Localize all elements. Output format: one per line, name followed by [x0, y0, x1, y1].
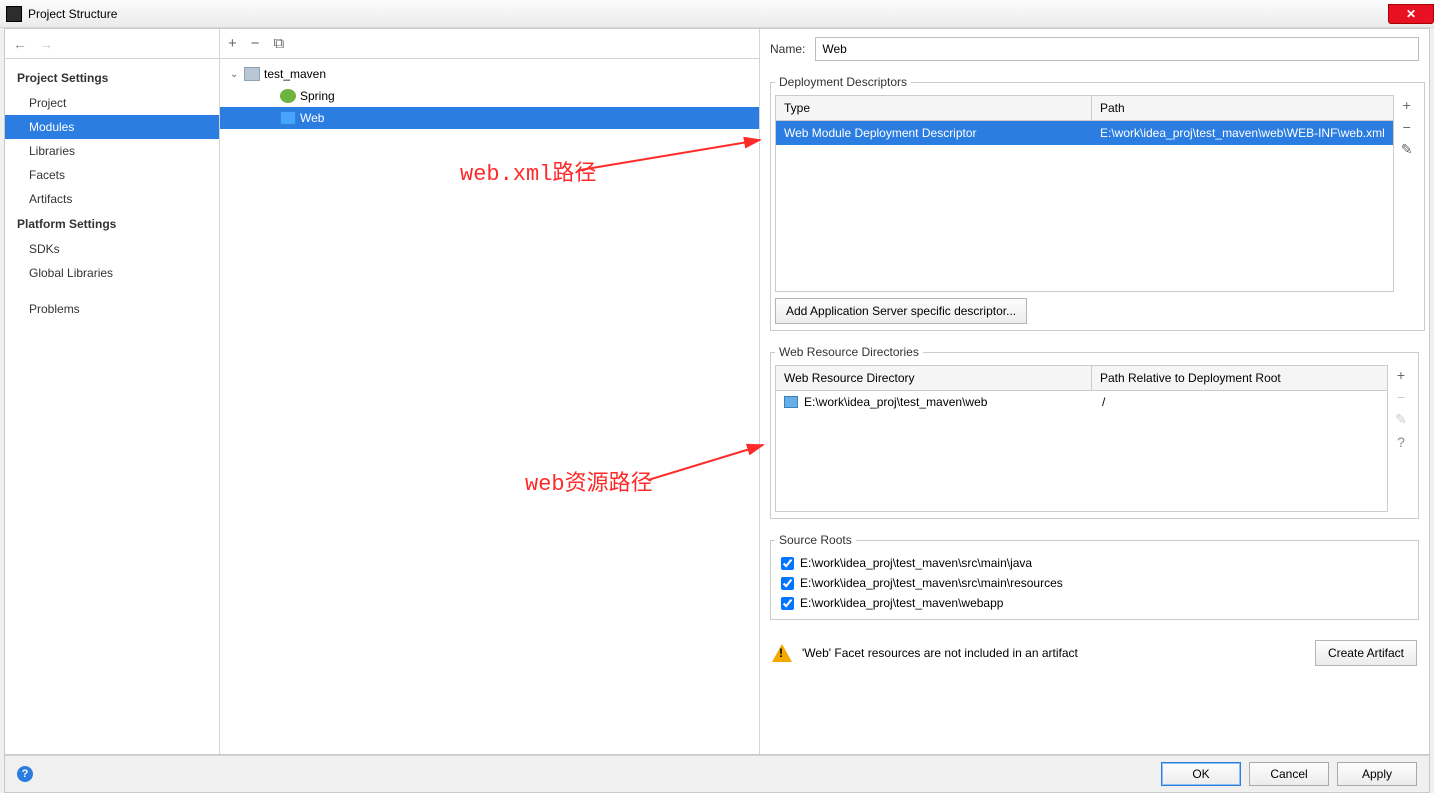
- nav-artifacts[interactable]: Artifacts: [5, 187, 219, 211]
- src-check-0[interactable]: [781, 557, 794, 570]
- src-label-1: E:\work\idea_proj\test_maven\src\main\re…: [800, 576, 1063, 590]
- nav-facets[interactable]: Facets: [5, 163, 219, 187]
- back-arrow-icon[interactable]: ←: [13, 36, 27, 52]
- folder-icon: [244, 67, 260, 81]
- nav-sdks[interactable]: SDKs: [5, 237, 219, 261]
- folder-icon: [784, 396, 798, 408]
- add-descriptor-button[interactable]: Add Application Server specific descript…: [775, 298, 1027, 324]
- src-check-1[interactable]: [781, 577, 794, 590]
- wrd-col-dir: Web Resource Directory: [776, 366, 1092, 390]
- dd-edit-icon[interactable]: ✎: [1401, 141, 1413, 158]
- deployment-descriptors-group: Deployment Descriptors Type Path Web Mod…: [770, 75, 1425, 331]
- cancel-button[interactable]: Cancel: [1249, 762, 1329, 786]
- details-panel: Name: Deployment Descriptors Type Path W…: [760, 29, 1429, 754]
- src-item-0[interactable]: E:\work\idea_proj\test_maven\src\main\ja…: [775, 553, 1414, 573]
- section-platform-settings: Platform Settings: [5, 211, 219, 237]
- apply-button[interactable]: Apply: [1337, 762, 1417, 786]
- app-icon: [6, 6, 22, 22]
- help-icon[interactable]: ?: [17, 766, 33, 782]
- wrd-table: Web Resource Directory Path Relative to …: [775, 365, 1388, 512]
- nav-project[interactable]: Project: [5, 91, 219, 115]
- wrd-col-rel: Path Relative to Deployment Root: [1092, 366, 1387, 390]
- dd-col-type: Type: [776, 96, 1092, 120]
- left-sidebar: ← → Project Settings Project Modules Lib…: [5, 29, 220, 754]
- close-button[interactable]: ✕: [1388, 4, 1434, 24]
- dd-table: Type Path Web Module Deployment Descript…: [775, 95, 1394, 292]
- dd-col-path: Path: [1092, 96, 1393, 120]
- src-item-2[interactable]: E:\work\idea_proj\test_maven\webapp: [775, 593, 1414, 613]
- tree-web-row[interactable]: Web: [220, 107, 759, 129]
- tree-web-label: Web: [300, 111, 324, 125]
- copy-icon[interactable]: ⧉: [274, 35, 285, 52]
- module-tree-panel: + − ⧉ ⌄ test_maven Spring Web: [220, 29, 760, 754]
- window-title: Project Structure: [28, 7, 117, 21]
- nav-global-libraries[interactable]: Global Libraries: [5, 261, 219, 285]
- src-item-1[interactable]: E:\work\idea_proj\test_maven\src\main\re…: [775, 573, 1414, 593]
- dd-add-icon[interactable]: +: [1403, 97, 1411, 113]
- dd-legend: Deployment Descriptors: [775, 75, 911, 89]
- wrd-row[interactable]: E:\work\idea_proj\test_maven\web /: [776, 391, 1387, 413]
- src-label-2: E:\work\idea_proj\test_maven\webapp: [800, 596, 1003, 610]
- chevron-down-icon[interactable]: ⌄: [230, 69, 240, 80]
- nav-libraries[interactable]: Libraries: [5, 139, 219, 163]
- bottom-bar: ? OK Cancel Apply: [4, 755, 1430, 793]
- warning-text: 'Web' Facet resources are not included i…: [802, 646, 1078, 660]
- src-label-0: E:\work\idea_proj\test_maven\src\main\ja…: [800, 556, 1032, 570]
- wrd-remove-icon[interactable]: −: [1397, 389, 1405, 405]
- web-icon: [280, 111, 296, 125]
- add-icon[interactable]: +: [228, 35, 237, 52]
- name-label: Name:: [770, 42, 805, 56]
- src-check-2[interactable]: [781, 597, 794, 610]
- wrd-help-icon[interactable]: ?: [1397, 434, 1405, 450]
- sidebar-nav: ← →: [5, 29, 219, 59]
- tree-spring-label: Spring: [300, 89, 335, 103]
- warning-row: 'Web' Facet resources are not included i…: [770, 634, 1419, 672]
- tree-toolbar: + − ⧉: [220, 29, 759, 59]
- dd-row-type: Web Module Deployment Descriptor: [776, 121, 1092, 145]
- dd-row[interactable]: Web Module Deployment Descriptor E:\work…: [776, 121, 1393, 145]
- forward-arrow-icon[interactable]: →: [39, 36, 53, 52]
- dd-remove-icon[interactable]: −: [1403, 119, 1411, 135]
- src-legend: Source Roots: [775, 533, 856, 547]
- nav-modules[interactable]: Modules: [5, 115, 219, 139]
- section-project-settings: Project Settings: [5, 65, 219, 91]
- remove-icon[interactable]: −: [251, 35, 260, 52]
- source-roots-group: Source Roots E:\work\idea_proj\test_mave…: [770, 533, 1419, 620]
- title-bar: Project Structure ✕: [0, 0, 1434, 28]
- wrd-legend: Web Resource Directories: [775, 345, 923, 359]
- spring-icon: [280, 89, 296, 103]
- web-resource-dirs-group: Web Resource Directories Web Resource Di…: [770, 345, 1419, 519]
- name-input[interactable]: [815, 37, 1419, 61]
- wrd-row-rel: /: [1102, 395, 1379, 409]
- create-artifact-button[interactable]: Create Artifact: [1315, 640, 1417, 666]
- tree-root-label: test_maven: [264, 67, 326, 81]
- dd-row-path: E:\work\idea_proj\test_maven\web\WEB-INF…: [1092, 121, 1393, 145]
- tree-root-row[interactable]: ⌄ test_maven: [220, 63, 759, 85]
- tree-spring-row[interactable]: Spring: [220, 85, 759, 107]
- warning-icon: [772, 644, 792, 662]
- wrd-row-dir: E:\work\idea_proj\test_maven\web: [804, 395, 1096, 409]
- nav-problems[interactable]: Problems: [5, 297, 219, 321]
- main-area: ← → Project Settings Project Modules Lib…: [4, 28, 1430, 755]
- wrd-edit-icon[interactable]: ✎: [1395, 411, 1407, 428]
- ok-button[interactable]: OK: [1161, 762, 1241, 786]
- wrd-add-icon[interactable]: +: [1397, 367, 1405, 383]
